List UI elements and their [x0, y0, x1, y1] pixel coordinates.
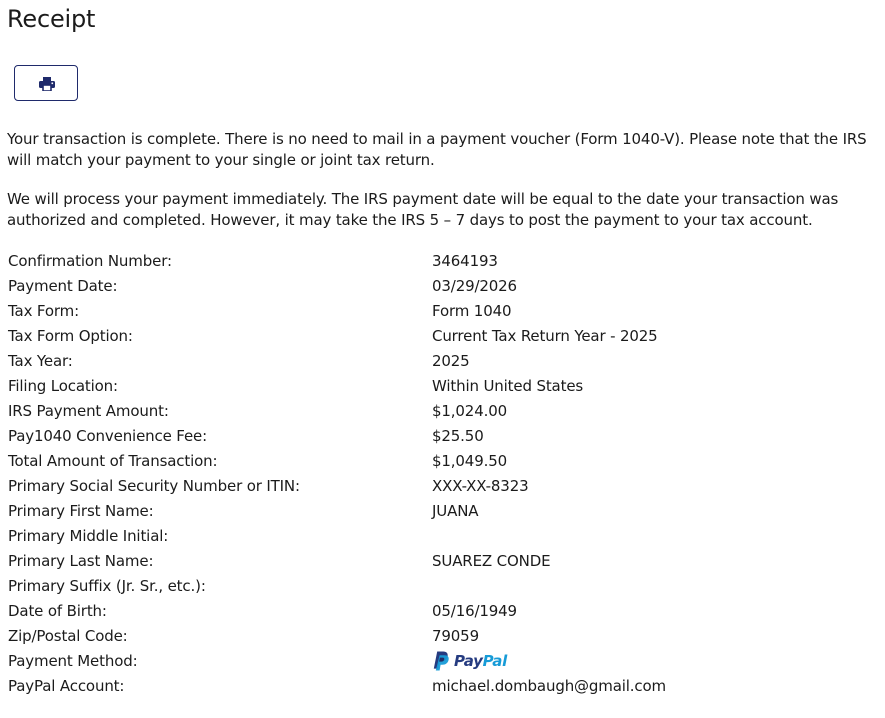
detail-label: Payment Date: [8, 277, 118, 295]
detail-label: IRS Payment Amount: [8, 402, 169, 420]
detail-row-ssn: Primary Social Security Number or ITIN: … [8, 476, 868, 501]
detail-row-payment-date: Payment Date: 03/29/2026 [8, 276, 868, 301]
detail-row-convenience-fee: Pay1040 Convenience Fee: $25.50 [8, 426, 868, 451]
detail-row-confirmation-number: Confirmation Number: 3464193 [8, 251, 868, 276]
detail-value: 05/16/1949 [432, 602, 517, 620]
print-button[interactable] [14, 65, 78, 101]
detail-value: Form 1040 [432, 302, 512, 320]
detail-value [432, 526, 868, 551]
detail-row-suffix: Primary Suffix (Jr. Sr., etc.): [8, 576, 868, 601]
detail-value [432, 576, 868, 601]
detail-value: Within United States [432, 377, 584, 395]
detail-row-last-name: Primary Last Name: SUAREZ CONDE [8, 551, 868, 576]
detail-value: PayPal [432, 651, 868, 676]
detail-value: $1,024.00 [432, 402, 507, 420]
detail-value: 3464193 [432, 252, 498, 270]
detail-label: Primary Middle Initial: [8, 527, 169, 545]
detail-label: Total Amount of Transaction: [8, 452, 218, 470]
processing-info-message: We will process your payment immediately… [7, 190, 839, 229]
detail-value: $25.50 [432, 427, 484, 445]
detail-label: Date of Birth: [8, 602, 107, 620]
detail-value: 79059 [432, 627, 479, 645]
detail-label: Tax Form Option: [8, 327, 133, 345]
receipt-page: Receipt Your transaction is complete. Th… [0, 0, 885, 718]
detail-value: SUAREZ CONDE [432, 552, 551, 570]
detail-label: Primary Last Name: [8, 552, 154, 570]
paypal-logo-icon [433, 651, 449, 671]
detail-value: 03/29/2026 [432, 277, 517, 295]
detail-label: PayPal Account: [8, 677, 125, 695]
detail-row-middle-initial: Primary Middle Initial: [8, 526, 868, 551]
detail-row-tax-form-option: Tax Form Option: Current Tax Return Year… [8, 326, 868, 351]
paypal-logo: PayPal [432, 651, 507, 671]
detail-label: Primary First Name: [8, 502, 154, 520]
detail-label: Confirmation Number: [8, 252, 172, 270]
detail-row-irs-payment-amount: IRS Payment Amount: $1,024.00 [8, 401, 868, 426]
detail-value: $1,049.50 [432, 452, 507, 470]
detail-row-payment-method: Payment Method: PayPal [8, 651, 868, 676]
detail-row-total-amount: Total Amount of Transaction: $1,049.50 [8, 451, 868, 476]
detail-value: XXX-XX-8323 [432, 477, 529, 495]
detail-label: Primary Social Security Number or ITIN: [8, 477, 300, 495]
detail-row-zip-code: Zip/Postal Code: 79059 [8, 626, 868, 651]
detail-value: Current Tax Return Year - 2025 [432, 327, 658, 345]
detail-row-filing-location: Filing Location: Within United States [8, 376, 868, 401]
detail-value: michael.dombaugh@gmail.com [432, 677, 667, 695]
detail-label: Payment Method: [8, 652, 138, 670]
detail-value: 2025 [432, 352, 470, 370]
detail-row-paypal-account: PayPal Account: michael.dombaugh@gmail.c… [8, 676, 868, 701]
detail-label: Primary Suffix (Jr. Sr., etc.): [8, 577, 206, 595]
detail-label: Zip/Postal Code: [8, 627, 128, 645]
page-title: Receipt [7, 5, 96, 33]
detail-row-tax-form: Tax Form: Form 1040 [8, 301, 868, 326]
detail-row-first-name: Primary First Name: JUANA [8, 501, 868, 526]
printer-icon [39, 77, 55, 91]
detail-value: JUANA [432, 502, 479, 520]
detail-label: Tax Year: [8, 352, 73, 370]
detail-row-tax-year: Tax Year: 2025 [8, 351, 868, 376]
paypal-wordmark: PayPal [454, 652, 507, 670]
detail-row-date-of-birth: Date of Birth: 05/16/1949 [8, 601, 868, 626]
transaction-complete-message: Your transaction is complete. There is n… [7, 130, 867, 169]
detail-label: Tax Form: [8, 302, 80, 320]
detail-label: Filing Location: [8, 377, 118, 395]
detail-label: Pay1040 Convenience Fee: [8, 427, 208, 445]
receipt-details-table: Confirmation Number: 3464193 Payment Dat… [8, 251, 868, 701]
